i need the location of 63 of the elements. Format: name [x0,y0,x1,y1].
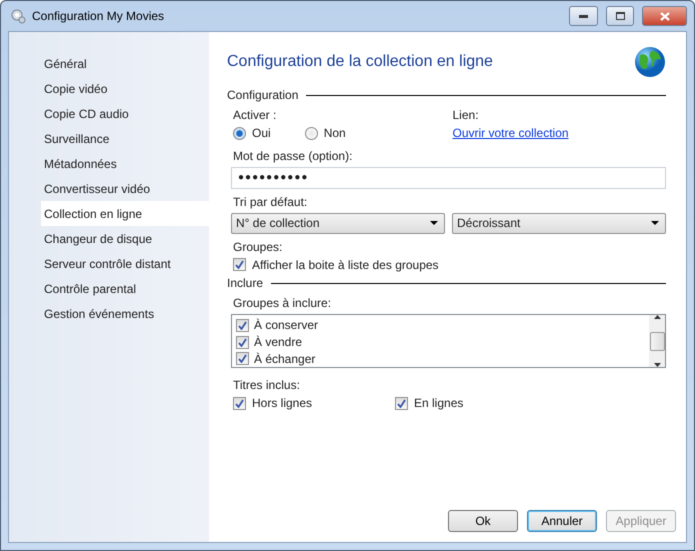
checkbox[interactable] [236,318,249,332]
section-title: Inclure [227,276,264,290]
checkbox[interactable] [395,396,408,410]
close-button[interactable] [642,6,687,26]
checkbox[interactable] [236,352,249,366]
password-field[interactable]: ●●●●●●●●●● [231,166,666,188]
sidebar-item[interactable]: Convertisseur vidéo [41,176,209,201]
list-item[interactable]: À vendre [232,334,649,350]
globe-icon [634,46,666,78]
field-label: Mot de passe (option): [233,148,354,162]
close-icon [660,12,670,20]
sidebar-item[interactable]: Serveur contrôle distant [41,251,209,276]
sidebar-item[interactable]: Surveillance [41,126,209,151]
sidebar-item[interactable]: Gestion événements [41,301,209,326]
sort-order-dropdown[interactable]: Décroissant [452,212,666,234]
field-label: Groupes: [233,240,284,254]
sidebar-item[interactable]: Métadonnées [41,151,209,176]
sidebar-item[interactable]: Copie CD audio [41,101,209,126]
checkbox[interactable] [233,258,246,271]
checkbox-label: En lignes [414,396,464,410]
radio-button[interactable] [233,126,246,140]
list-item-label: À conserver [254,318,318,332]
checkbox-option[interactable]: En lignes [395,396,464,410]
field-label: Tri par défaut: [233,194,308,208]
list-item[interactable]: À conserver [232,317,649,334]
collection-link[interactable]: Ouvrir votre collection [452,126,569,140]
checkbox[interactable] [236,336,249,348]
scroll-up-icon[interactable] [654,315,660,319]
dialog-button[interactable]: Ok [448,510,518,532]
checkbox-option[interactable]: Hors lignes [233,396,312,410]
sort-field-dropdown[interactable]: N° de collection [231,212,445,234]
minimize-icon [579,14,588,18]
caret-icon [430,221,438,225]
minimize-button[interactable] [569,6,598,26]
list-item-label: À échanger [254,352,316,366]
sidebar-item[interactable]: Contrôle parental [41,276,209,301]
window-title: Configuration My Movies [32,9,166,23]
radio-label: Oui [252,126,271,140]
radio-button[interactable] [304,126,318,140]
radio-label: Non [324,126,346,140]
list-item[interactable]: À échanger [232,350,649,368]
sidebar-item[interactable]: Collection en ligne [41,201,209,226]
radio-option[interactable]: Non [304,126,346,140]
sidebar-item[interactable]: Copie vidéo [41,76,209,101]
field-label: Groupes à inclure: [233,296,332,310]
scroll-down-icon[interactable] [654,363,660,367]
maximize-button[interactable] [606,6,634,26]
scrollbar[interactable] [649,315,665,367]
sidebar-item[interactable]: Changeur de disque [41,226,209,251]
dialog-button[interactable]: Annuler [527,510,597,532]
gear-icon [10,8,26,24]
radio-option[interactable]: Oui [233,126,271,140]
page-heading: Configuration de la collection en ligne [227,53,493,71]
section-title: Configuration [227,88,298,102]
list-item-label: À vendre [254,335,302,349]
caret-icon [651,221,659,225]
field-label: Lien: [452,108,480,122]
sidebar-item[interactable]: Général [41,51,209,76]
checkbox[interactable] [233,396,246,410]
field-label: Activer : [233,108,278,122]
checkbox-label: Hors lignes [252,396,312,410]
maximize-icon [616,12,624,20]
field-label: Titres inclus: [233,378,301,392]
